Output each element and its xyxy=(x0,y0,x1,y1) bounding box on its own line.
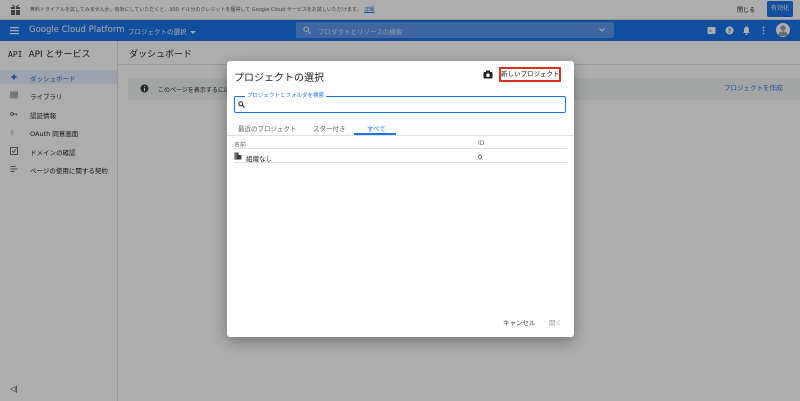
search-field-label: プロジェクトとフォルダを検索 xyxy=(245,91,327,99)
dialog-tabs: 最近のプロジェクト スター付き すべて xyxy=(227,121,574,135)
camera-icon[interactable] xyxy=(483,70,493,79)
project-search-input[interactable] xyxy=(248,99,562,110)
project-select-dialog: プロジェクトの選択 新しいプロジェクト プロジェクトとフォルダを検索 最近のプロ… xyxy=(227,61,574,337)
organization-icon xyxy=(234,152,242,160)
project-search-field[interactable]: プロジェクトとフォルダを検索 xyxy=(234,91,566,113)
column-header-id: ID xyxy=(478,140,485,147)
row-name: 組織なし xyxy=(246,155,272,163)
row-id: 0 xyxy=(478,153,483,161)
tab-all[interactable]: すべて xyxy=(367,123,386,133)
search-icon xyxy=(238,101,245,108)
cancel-button[interactable]: キャンセル xyxy=(503,317,536,327)
tab-recent[interactable]: 最近のプロジェクト xyxy=(238,123,297,133)
dialog-title: プロジェクトの選択 xyxy=(234,73,324,84)
new-project-button[interactable]: 新しいプロジェクト xyxy=(499,67,561,82)
column-header-name: 名前 xyxy=(234,142,247,149)
divider xyxy=(227,135,574,136)
table-row[interactable]: 組織なし 0 xyxy=(234,150,567,163)
open-button[interactable]: 開く xyxy=(549,317,562,327)
tab-starred[interactable]: スター付き xyxy=(313,123,346,133)
table-header: 名前 ID xyxy=(234,139,567,149)
